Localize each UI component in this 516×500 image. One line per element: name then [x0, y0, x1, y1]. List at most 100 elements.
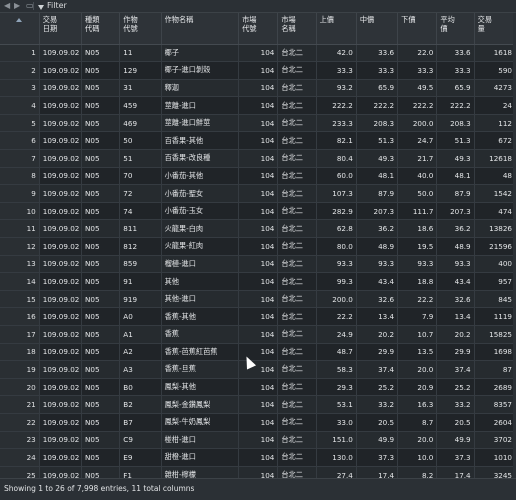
table-cell: 222.2	[316, 96, 357, 115]
table-cell: 104	[238, 61, 279, 80]
table-cell: 811	[119, 219, 162, 239]
column-header-line1: 種類	[85, 15, 100, 24]
column-header[interactable]: 上價	[316, 13, 357, 45]
table-row[interactable]: 9 109.09.02 N05 72 小番茄-聖女 104 台北二 107.3 87.9 50.0…	[0, 184, 516, 203]
table-row[interactable]: 5 109.09.02 N05 469 莖離-進口鮮莖 104 台北二 233.3 208.3 2…	[0, 114, 516, 133]
row-index-cell: 7	[0, 149, 40, 168]
table-cell: 小番茄-玉女	[161, 202, 240, 221]
status-text: Showing 1 to 26 of 7,998 entries, 11 tot…	[4, 484, 195, 493]
table-cell: 31	[119, 79, 162, 98]
table-row[interactable]: 21 109.09.02 N05 B2 鳳梨-金鑽鳳梨 104 台北二 53.1 33.2 16.…	[0, 395, 516, 414]
table-cell: 37.3	[436, 448, 475, 467]
table-cell: 20.0	[397, 431, 438, 450]
back-arrow-icon[interactable]: ◀	[4, 0, 10, 12]
table-cell: 104	[238, 79, 279, 98]
table-row[interactable]: 25 109.09.02 N05 F1 雜柑-檸檬 104 台北二 27.4 17.4 8.2 17…	[0, 466, 516, 478]
table-row[interactable]: 12 109.09.02 N05 812 火龍果-紅肉 104 台北二 80.0 48.9 19.…	[0, 237, 516, 256]
column-header[interactable]: 平均價	[436, 13, 475, 45]
column-header[interactable]: 市場 名稱	[277, 13, 317, 45]
filter-button[interactable]: Filter	[38, 0, 67, 12]
column-header[interactable]: 作物 代號	[119, 13, 162, 45]
table-cell: 109.09.02	[39, 448, 83, 467]
table-cell: 49.9	[436, 431, 475, 450]
table-cell: 20.2	[436, 325, 475, 344]
row-index-cell: 15	[0, 290, 40, 309]
table-cell: 282.9	[316, 202, 357, 221]
table-row[interactable]: 19 109.09.02 N05 A3 香蕉-旦蕉 104 台北二 58.3 37.4 20.0 3…	[0, 360, 516, 379]
table-cell: 20.5	[356, 413, 399, 432]
table-cell: 50	[119, 131, 162, 151]
table-cell: 台北二	[277, 307, 317, 326]
popout-icon[interactable]: ▭	[26, 0, 34, 12]
table-cell: 台北二	[277, 96, 317, 115]
column-header[interactable]: 中價	[356, 13, 399, 45]
table-cell: 109.09.02	[39, 149, 83, 168]
table-row[interactable]: 3 109.09.02 N05 31 釋迦 104 台北二 93.2 65.9 49.5 65.9 4…	[0, 79, 516, 98]
table-cell: 台北二	[277, 79, 317, 98]
table-cell: 10.7	[397, 325, 438, 344]
table-cell: 80.4	[316, 149, 357, 168]
table-row[interactable]: 13 109.09.02 N05 859 榴槤-進口 104 台北二 93.3 93.3 93.3…	[0, 255, 516, 274]
table-row[interactable]: 2 109.09.02 N05 129 椰子-進口剝殼 104 台北二 33.3 33.3 33.…	[0, 61, 516, 80]
row-index-header[interactable]	[0, 13, 40, 45]
table-cell: 台北二	[277, 184, 317, 203]
table-row[interactable]: 10 109.09.02 N05 74 小番茄-玉女 104 台北二 282.9 207.3 11…	[0, 202, 516, 221]
table-cell: 15825	[474, 325, 516, 344]
column-header[interactable]: 作物名稱	[161, 13, 240, 45]
table-row[interactable]: 4 109.09.02 N05 459 莖離-進口 104 台北二 222.2 222.2 222…	[0, 96, 516, 115]
table-row[interactable]: 11 109.09.02 N05 811 火龍果-白肉 104 台北二 62.8 36.2 18.…	[0, 219, 516, 239]
table-cell: 109.09.02	[39, 184, 83, 203]
table-row[interactable]: 16 109.09.02 N05 A0 香蕉-其他 104 台北二 22.2 13.4 7.9 13…	[0, 307, 516, 326]
table-cell: 129	[119, 61, 162, 80]
row-index-cell: 22	[0, 413, 40, 432]
table-row[interactable]: 6 109.09.02 N05 50 百香果-其他 104 台北二 82.1 51.3 24.7 5…	[0, 131, 516, 151]
table-cell: 48.1	[436, 167, 475, 186]
table-cell: 87.9	[356, 184, 399, 203]
table-cell: 3702	[474, 431, 516, 450]
table-cell: 33.2	[436, 395, 475, 414]
table-row[interactable]: 7 109.09.02 N05 51 百香果-改良種 104 台北二 80.4 49.3 21.7…	[0, 149, 516, 168]
table-cell: 8357	[474, 395, 516, 414]
table-cell: N05	[81, 360, 121, 379]
table-body: 1 109.09.02 N05 11 椰子 104 台北二 42.0 33.6 22.0 33.6 1…	[0, 44, 516, 478]
table-cell: 48.7	[316, 343, 357, 362]
row-index-cell: 4	[0, 96, 40, 115]
column-header[interactable]: 種類 代碼	[81, 13, 121, 45]
table-row[interactable]: 22 109.09.02 N05 B7 鳳梨-牛奶鳳梨 104 台北二 33.0 20.5 8.7…	[0, 413, 516, 432]
table-row[interactable]: 20 109.09.02 N05 B0 鳳梨-其他 104 台北二 29.3 25.2 20.9 2…	[0, 378, 516, 397]
table-cell: 2604	[474, 413, 516, 432]
table-row[interactable]: 8 109.09.02 N05 70 小番茄-其他 104 台北二 60.0 48.1 40.0 4…	[0, 167, 516, 186]
table-row[interactable]: 1 109.09.02 N05 11 椰子 104 台北二 42.0 33.6 22.0 33.6 1…	[0, 44, 516, 63]
table-cell: 32.6	[356, 290, 399, 309]
table-cell: 2689	[474, 378, 516, 397]
column-header[interactable]: 市場 代號	[238, 13, 279, 45]
table-cell: 845	[474, 290, 516, 309]
table-cell: 台北二	[277, 343, 317, 362]
table-cell: 104	[238, 290, 279, 309]
table-row[interactable]: 18 109.09.02 N05 A2 香蕉-芭蕉紅芭蕉 104 台北二 48.7 29.9 13…	[0, 343, 516, 362]
column-header-line1: 市場	[242, 15, 257, 24]
data-grid[interactable]: 交易 日期 種類 代碼 作物 代號 作物名稱 市場 代號 市場 名稱 上價 中價 下價 平均價交易量 1 10…	[0, 13, 516, 478]
table-cell: A0	[119, 307, 162, 326]
table-cell: 12618	[474, 149, 516, 168]
table-cell: 香蕉-其他	[161, 307, 240, 326]
table-cell: N05	[81, 272, 121, 291]
table-row[interactable]: 14 109.09.02 N05 91 其他 104 台北二 99.3 43.4 18.8 43.4…	[0, 272, 516, 291]
table-cell: 33.0	[316, 413, 357, 432]
table-cell: 33.2	[356, 395, 399, 414]
column-header[interactable]: 下價	[397, 13, 438, 45]
table-cell: 33.3	[397, 61, 438, 80]
table-cell: 台北二	[277, 114, 317, 133]
table-row[interactable]: 15 109.09.02 N05 919 其他-進口 104 台北二 200.0 32.6 22.…	[0, 290, 516, 309]
forward-arrow-icon[interactable]: ▶	[14, 0, 20, 12]
table-cell: 台北二	[277, 61, 317, 80]
column-header[interactable]: 交易 日期	[39, 13, 83, 45]
table-cell: 109.09.02	[39, 202, 83, 221]
table-cell: 109.09.02	[39, 237, 83, 256]
column-header-line1: 作物名稱	[164, 15, 194, 24]
table-cell: 台北二	[277, 431, 317, 450]
table-row[interactable]: 23 109.09.02 N05 C9 椪柑-進口 104 台北二 151.0 49.9 20.0…	[0, 431, 516, 450]
table-row[interactable]: 24 109.09.02 N05 E9 甜橙-進口 104 台北二 130.0 37.3 10.0…	[0, 448, 516, 467]
column-header[interactable]: 交易量	[474, 13, 516, 45]
table-row[interactable]: 17 109.09.02 N05 A1 香蕉 104 台北二 24.9 20.2 10.7 20.2…	[0, 325, 516, 344]
